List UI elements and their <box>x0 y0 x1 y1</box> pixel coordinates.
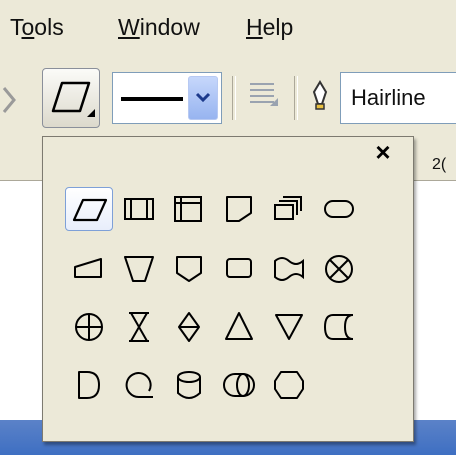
shape-punched-tape[interactable] <box>265 247 313 291</box>
direct-access-storage-icon <box>223 373 255 397</box>
shape-sequential-storage[interactable] <box>115 363 163 407</box>
extract-icon <box>225 312 253 340</box>
toolbar-overflow-icon[interactable] <box>0 80 22 120</box>
shield-icon <box>176 256 202 282</box>
stored-data-icon <box>323 314 354 340</box>
shape-manual-operation[interactable] <box>115 247 163 291</box>
magnetic-disk-icon <box>177 371 201 399</box>
shape-rectangle-corners[interactable] <box>165 187 213 231</box>
shape-palette-popup: × <box>42 136 414 442</box>
internal-storage-icon <box>174 196 202 222</box>
menu-window[interactable]: Window <box>118 14 200 41</box>
or-icon <box>75 313 103 341</box>
off-page-connector-icon <box>226 196 252 222</box>
shape-stored-data[interactable] <box>315 305 363 349</box>
shape-parallelogram[interactable] <box>65 187 113 231</box>
line-style-icon <box>121 97 183 101</box>
shape-terminator[interactable] <box>315 187 363 231</box>
pen-icon <box>308 78 332 114</box>
shape-display[interactable] <box>265 363 313 407</box>
shape-rounded-rectangle[interactable] <box>215 247 263 291</box>
close-button[interactable]: × <box>371 139 395 165</box>
shape-stacked-cards[interactable] <box>265 187 313 231</box>
shape-extract[interactable] <box>215 305 263 349</box>
shape-or-circle[interactable] <box>65 305 113 349</box>
summing-junction-icon <box>325 255 353 283</box>
shape-collate[interactable] <box>115 305 163 349</box>
parallelogram-icon <box>51 81 95 117</box>
line-weight-field[interactable]: Hairline <box>340 72 456 124</box>
manual-input-icon <box>74 258 102 278</box>
shape-rectangle-sides[interactable] <box>115 187 163 231</box>
menu-help[interactable]: Help <box>246 14 293 41</box>
shape-disk[interactable] <box>165 363 213 407</box>
delay-icon <box>78 371 100 399</box>
display-icon <box>274 371 304 399</box>
multi-document-icon <box>274 196 302 220</box>
shape-sort[interactable] <box>165 305 213 349</box>
ruler-label: 2( <box>432 156 447 173</box>
sort-icon <box>178 312 200 342</box>
rounded-rectangle-icon <box>226 258 252 278</box>
shape-delay[interactable] <box>65 363 113 407</box>
shape-shield[interactable] <box>165 247 213 291</box>
sequential-storage-icon <box>125 372 153 399</box>
chevron-down-icon <box>195 92 211 103</box>
toolbar: Hairline <box>0 56 456 140</box>
collate-icon <box>129 312 149 342</box>
merge-icon <box>275 314 303 340</box>
punched-tape-icon <box>274 257 304 281</box>
shape-off-page-reference[interactable] <box>215 187 263 231</box>
line-style-select[interactable] <box>112 72 222 124</box>
shape-manual-input[interactable] <box>65 247 113 291</box>
menu-tools[interactable]: Tools <box>10 14 64 41</box>
toolbar-separator <box>232 76 236 120</box>
manual-operation-icon <box>124 256 154 282</box>
text-align-icon[interactable] <box>244 78 280 114</box>
shape-direct-access-storage[interactable] <box>215 363 263 407</box>
line-style-dropdown-button[interactable] <box>188 76 218 120</box>
shape-merge[interactable] <box>265 305 313 349</box>
shape-tool-button[interactable] <box>42 68 100 128</box>
terminator-icon <box>324 200 354 218</box>
predefined-process-icon <box>124 198 154 220</box>
toolbar-separator <box>294 76 298 120</box>
menu-bar: Tools Window Help <box>0 0 456 56</box>
shape-summing-junction[interactable] <box>315 247 363 291</box>
parallelogram-icon <box>72 198 108 222</box>
